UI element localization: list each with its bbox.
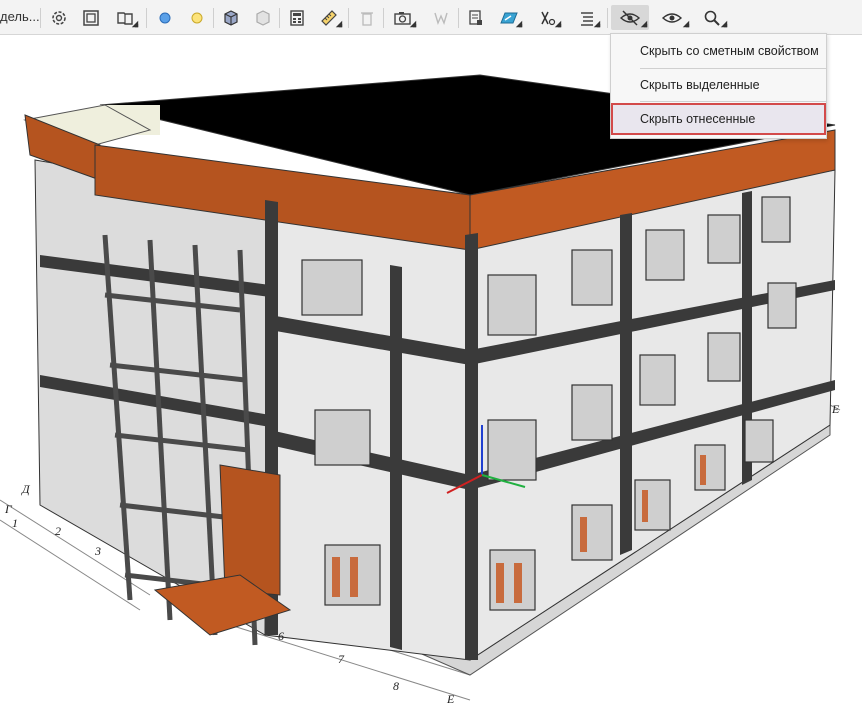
axis-label: Е: [446, 692, 455, 705]
toolbar-separator: [213, 8, 214, 28]
toolbar-separator: [279, 8, 280, 28]
menu-item-label: Скрыть отнесенные: [640, 112, 756, 126]
trash-icon[interactable]: [352, 5, 382, 30]
w-disabled-icon[interactable]: [426, 5, 456, 30]
axes-icon[interactable]: [533, 5, 563, 30]
menu-separator: [640, 68, 826, 69]
layer-icon[interactable]: [494, 5, 524, 30]
menu-item-hide-assigned[interactable]: Скрыть отнесенные: [611, 103, 826, 135]
calculator-icon[interactable]: [282, 5, 312, 30]
settings-icon[interactable]: [44, 5, 74, 30]
cube-icon[interactable]: [216, 5, 246, 30]
toolbar: дель...: [0, 0, 862, 35]
axis-label: Г: [4, 502, 13, 516]
menu-item-hide-selected[interactable]: Скрыть выделенные: [611, 70, 826, 100]
toolbar-separator: [458, 8, 459, 28]
book-icon[interactable]: [110, 5, 140, 30]
axis-label: Е: [831, 402, 840, 416]
frame-icon[interactable]: [76, 5, 106, 30]
report-icon[interactable]: [461, 5, 491, 30]
cube-disabled-icon[interactable]: [248, 5, 278, 30]
camera-icon[interactable]: [388, 5, 418, 30]
axis-label: 3: [94, 544, 101, 558]
axis-label: 8: [393, 679, 399, 693]
toolbar-separator: [146, 8, 147, 28]
toolbar-separator: [348, 8, 349, 28]
toolbar-separator: [383, 8, 384, 28]
axis-label: 7: [338, 652, 345, 666]
menu-separator: [640, 101, 826, 102]
toolbar-truncated-label[interactable]: дель...: [0, 9, 40, 24]
hide-dropdown-menu: Скрыть со сметным свойством Скрыть выдел…: [610, 33, 827, 139]
ruler-icon[interactable]: [314, 5, 344, 30]
menu-item-label: Скрыть со сметным свойством: [640, 44, 819, 58]
blue-dot-icon[interactable]: [150, 5, 180, 30]
list-icon[interactable]: [572, 5, 602, 30]
axis-label: 2: [55, 524, 61, 538]
axis-label: 6: [278, 629, 284, 643]
yellow-dot-icon[interactable]: [182, 5, 212, 30]
axis-label: Д: [21, 482, 31, 496]
toolbar-separator: [607, 8, 608, 28]
axis-label: 1: [12, 516, 18, 530]
zoom-icon[interactable]: [695, 5, 729, 30]
eye-show-icon[interactable]: [653, 5, 691, 30]
menu-item-label: Скрыть выделенные: [640, 78, 760, 92]
eye-hide-icon[interactable]: [611, 5, 649, 30]
toolbar-separator: [40, 8, 41, 28]
menu-item-hide-by-estimate-property[interactable]: Скрыть со сметным свойством: [611, 36, 826, 66]
